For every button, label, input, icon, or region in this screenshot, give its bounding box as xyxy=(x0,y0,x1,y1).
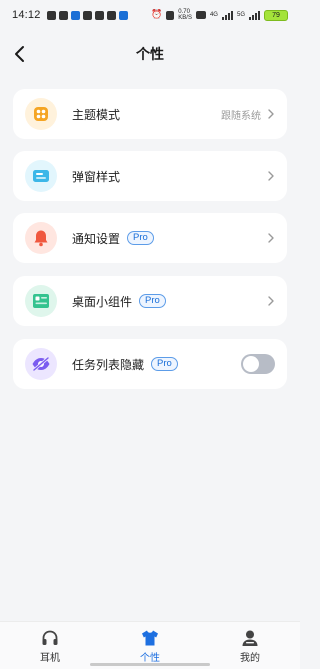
setting-label: 弹窗样式 xyxy=(72,169,121,184)
status-right: ⏰ 0.70 KB/S 4G 5G 79 xyxy=(151,9,288,21)
chevron-right-icon xyxy=(268,171,274,181)
nav-item-headphones[interactable]: 耳机 xyxy=(15,622,85,666)
photo-icon xyxy=(82,10,92,20)
setting-label: 通知设置 xyxy=(72,231,121,246)
home-indicator xyxy=(90,663,210,666)
popup-window-icon xyxy=(25,160,57,192)
chat-icon xyxy=(94,10,104,20)
alarm-icon: ⏰ xyxy=(151,10,163,20)
app-logo-icon xyxy=(118,10,128,20)
theme-palette-icon xyxy=(25,98,57,130)
network-speed: 0.70 KB/S xyxy=(178,9,192,21)
setting-value: 跟随系统 xyxy=(221,110,261,122)
chevron-right-icon xyxy=(268,233,274,243)
bottom-nav: 耳机 个性 我的 xyxy=(0,621,300,669)
network-type-a: 4G xyxy=(209,12,218,18)
toggle-knob xyxy=(243,356,259,372)
pro-badge: Pro xyxy=(139,294,166,308)
page-title: 个性 xyxy=(136,47,164,63)
setting-label: 主题模式 xyxy=(72,107,121,122)
setting-desktop-widget[interactable]: 桌面小组件 Pro xyxy=(13,276,287,326)
signal-icon xyxy=(221,10,233,20)
play-icon xyxy=(106,10,116,20)
setting-theme-mode[interactable]: 主题模式 跟随系统 xyxy=(13,89,287,139)
headphones-icon xyxy=(42,630,58,645)
setting-label: 桌面小组件 xyxy=(72,294,133,309)
telegram-icon xyxy=(46,10,56,20)
profile-icon xyxy=(242,630,258,646)
gallery-icon xyxy=(58,10,68,20)
signal-icon-2 xyxy=(249,10,260,20)
setting-notification[interactable]: 通知设置 Pro xyxy=(13,213,287,263)
chevron-right-icon xyxy=(268,109,274,119)
status-bar: 14:12 ⏰ 0.70 KB/S 4G 5G 79 xyxy=(0,0,300,30)
setting-label: 任务列表隐藏 xyxy=(72,357,145,372)
network-type-b: 5G xyxy=(236,12,245,18)
hidden-eye-icon xyxy=(25,348,57,380)
nav-item-personalize[interactable]: 个性 xyxy=(115,622,185,666)
chevron-right-icon xyxy=(268,296,274,306)
status-time: 14:12 xyxy=(12,9,41,21)
nav-label: 耳机 xyxy=(40,653,60,664)
setting-task-list-hide: 任务列表隐藏 Pro xyxy=(13,339,287,389)
nav-label: 个性 xyxy=(140,653,160,664)
notification-bell-icon xyxy=(25,222,57,254)
app-icon xyxy=(70,10,80,20)
setting-popup-style[interactable]: 弹窗样式 xyxy=(13,151,287,201)
pro-badge: Pro xyxy=(151,357,178,371)
battery-icon: 79 xyxy=(264,9,288,21)
pro-badge: Pro xyxy=(127,231,154,245)
nav-item-profile[interactable]: 我的 xyxy=(215,622,285,666)
notification-icons xyxy=(46,10,128,20)
hd-icon xyxy=(195,11,206,19)
desktop-widget-icon xyxy=(25,285,57,317)
tshirt-icon xyxy=(142,630,158,646)
nav-label: 我的 xyxy=(240,653,260,664)
vibrate-icon xyxy=(166,10,175,20)
header: 个性 xyxy=(0,34,300,74)
task-list-hide-toggle[interactable] xyxy=(241,354,275,374)
